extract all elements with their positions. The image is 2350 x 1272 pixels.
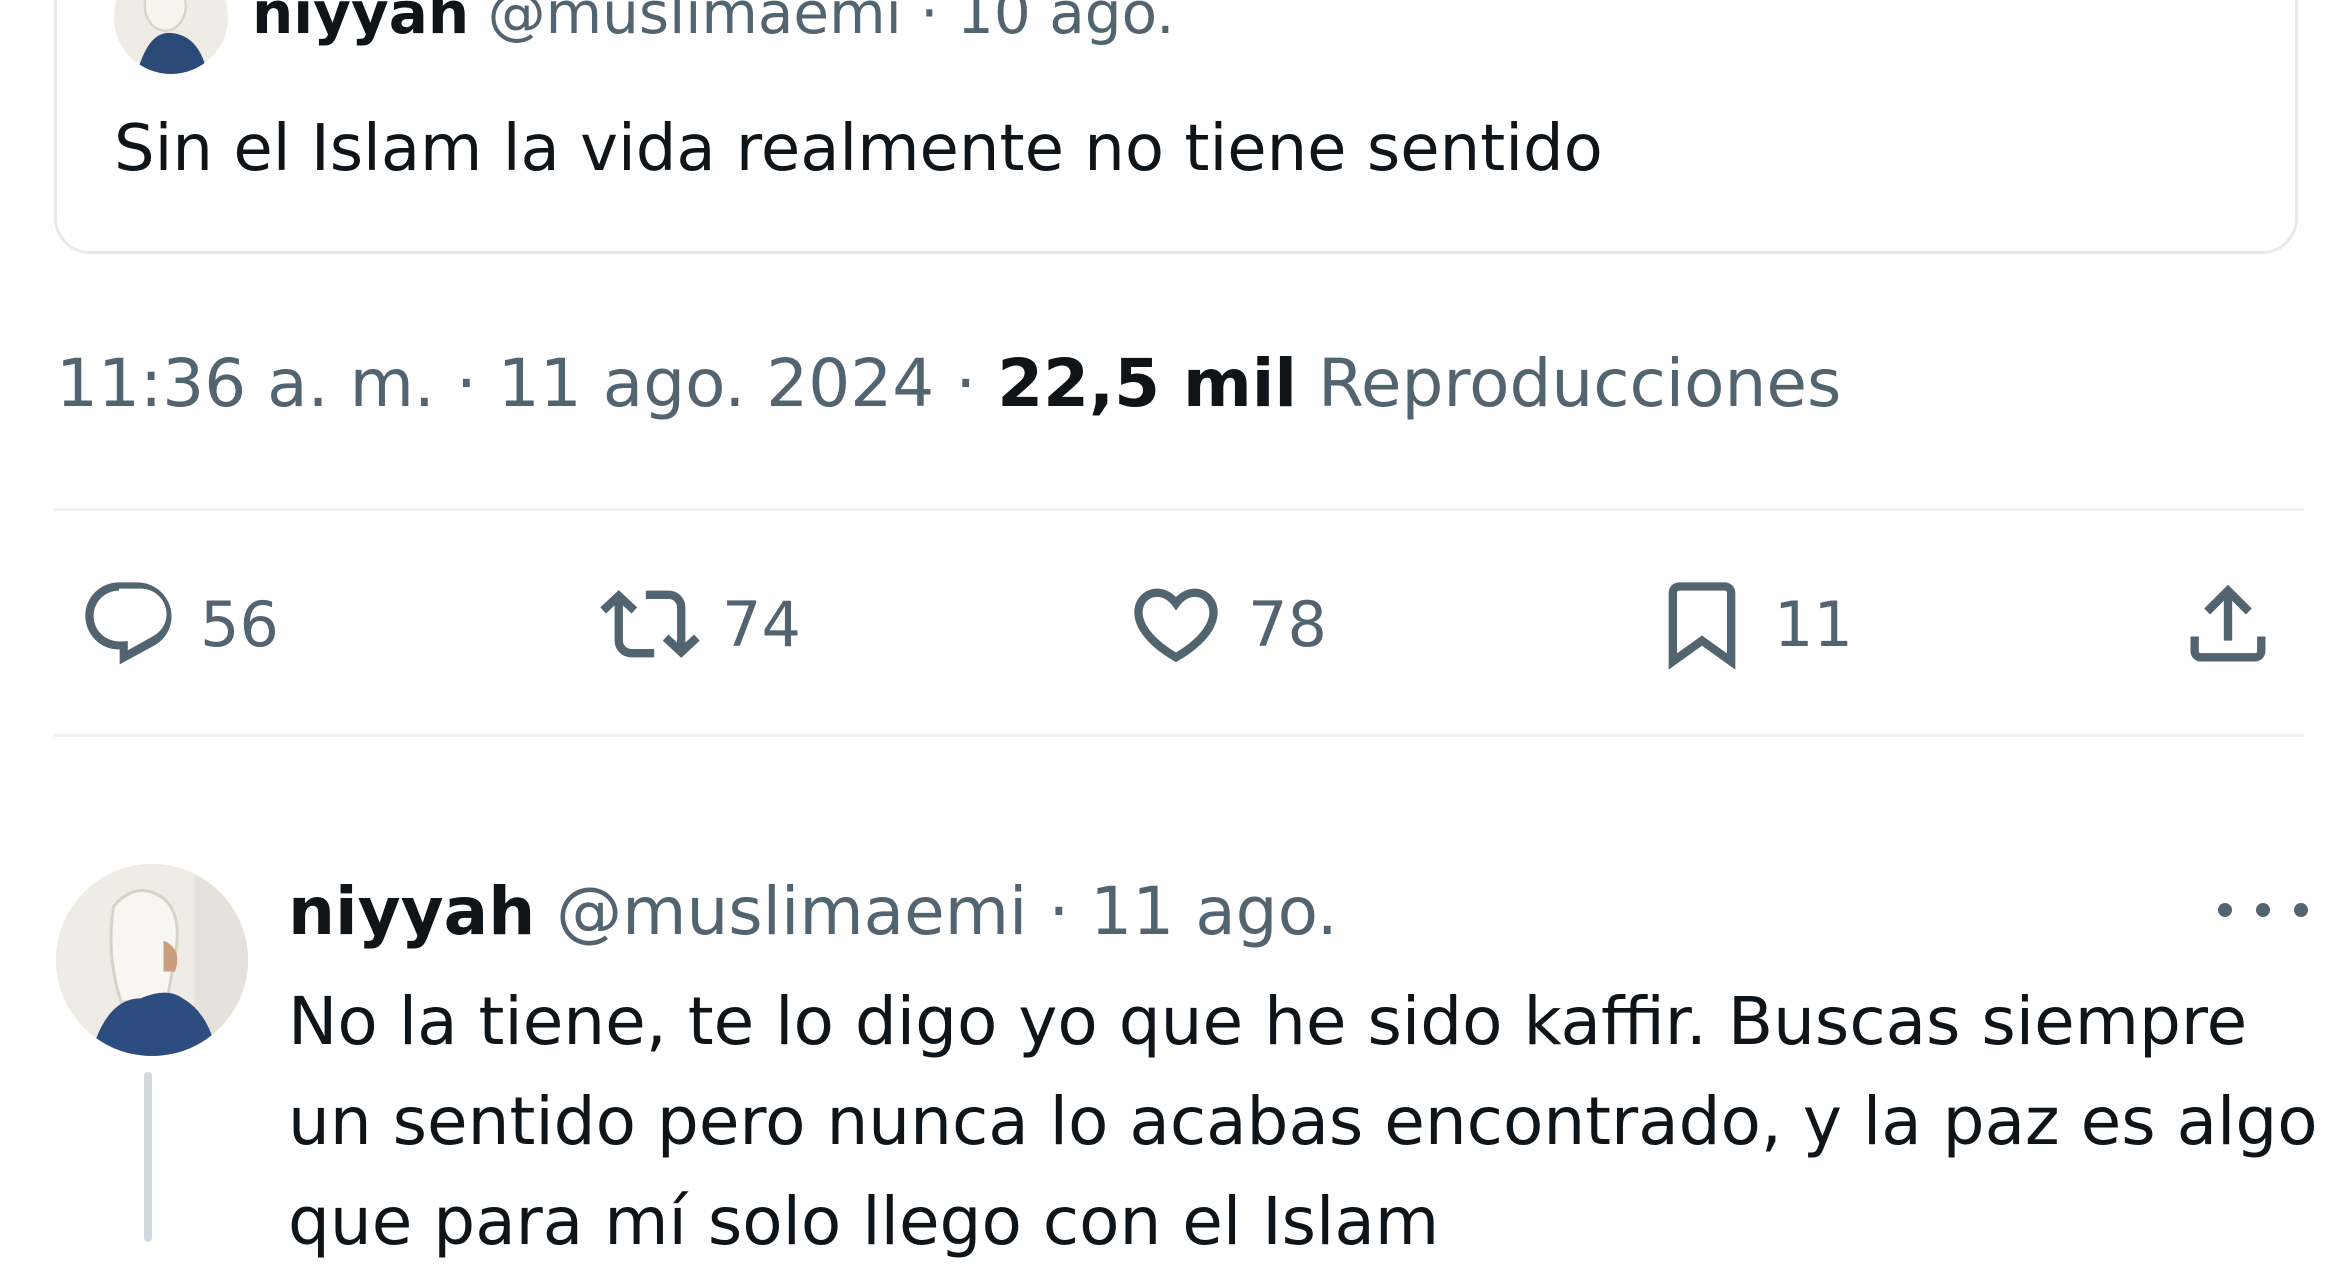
display-name[interactable]: niyyah: [252, 0, 469, 47]
like-icon: [1134, 588, 1218, 663]
display-name[interactable]: niyyah: [288, 873, 535, 950]
more-icon-dot: [2294, 903, 2308, 917]
more-button[interactable]: [2218, 880, 2308, 940]
reply-button[interactable]: 56: [78, 574, 279, 674]
divider: [54, 508, 2304, 511]
tweet-date[interactable]: · 11 ago.: [1048, 873, 1337, 950]
more-icon: [2218, 903, 2232, 917]
views-label[interactable]: Reproducciones: [1318, 345, 1841, 422]
handle[interactable]: @muslimaemi: [556, 873, 1027, 950]
avatar[interactable]: [56, 864, 248, 1056]
reply-header: niyyah @muslimaemi · 11 ago.: [288, 872, 1338, 952]
tweet-date[interactable]: · 10 ago.: [920, 0, 1174, 47]
bookmark-button[interactable]: 11: [1652, 574, 1853, 674]
handle[interactable]: @muslimaemi: [488, 0, 902, 47]
views-count[interactable]: 22,5 mil: [997, 345, 1297, 422]
tweet-meta: 11:36 a. m. · 11 ago. 2024 · 22,5 mil Re…: [56, 344, 1841, 424]
avatar-image: [56, 864, 248, 1056]
reply-icon: [85, 582, 172, 665]
repost-count: 74: [722, 587, 801, 661]
repost-button[interactable]: 74: [600, 574, 801, 674]
bookmark-icon: [1668, 582, 1736, 670]
share-button[interactable]: [2178, 574, 2278, 674]
tweet-time[interactable]: 11:36 a. m.: [56, 345, 435, 422]
repost-icon: [600, 590, 700, 658]
like-count: 78: [1248, 587, 1327, 661]
reply-text: No la tiene, te lo digo yo que he sido k…: [288, 983, 2318, 1260]
divider: [54, 734, 2304, 737]
more-icon-dot: [2256, 903, 2270, 917]
tweet-date[interactable]: · 11 ago. 2024 ·: [456, 345, 976, 422]
quoted-tweet-text: Sin el Islam la vida realmente no tiene …: [114, 112, 1603, 186]
like-button[interactable]: 78: [1126, 574, 1327, 674]
bookmark-count: 11: [1774, 587, 1853, 661]
reply-count: 56: [200, 587, 279, 661]
share-icon: [2190, 584, 2266, 662]
thread-line: [144, 1072, 152, 1242]
quoted-tweet-header: niyyah @muslimaemi · 10 ago.: [252, 0, 1175, 48]
